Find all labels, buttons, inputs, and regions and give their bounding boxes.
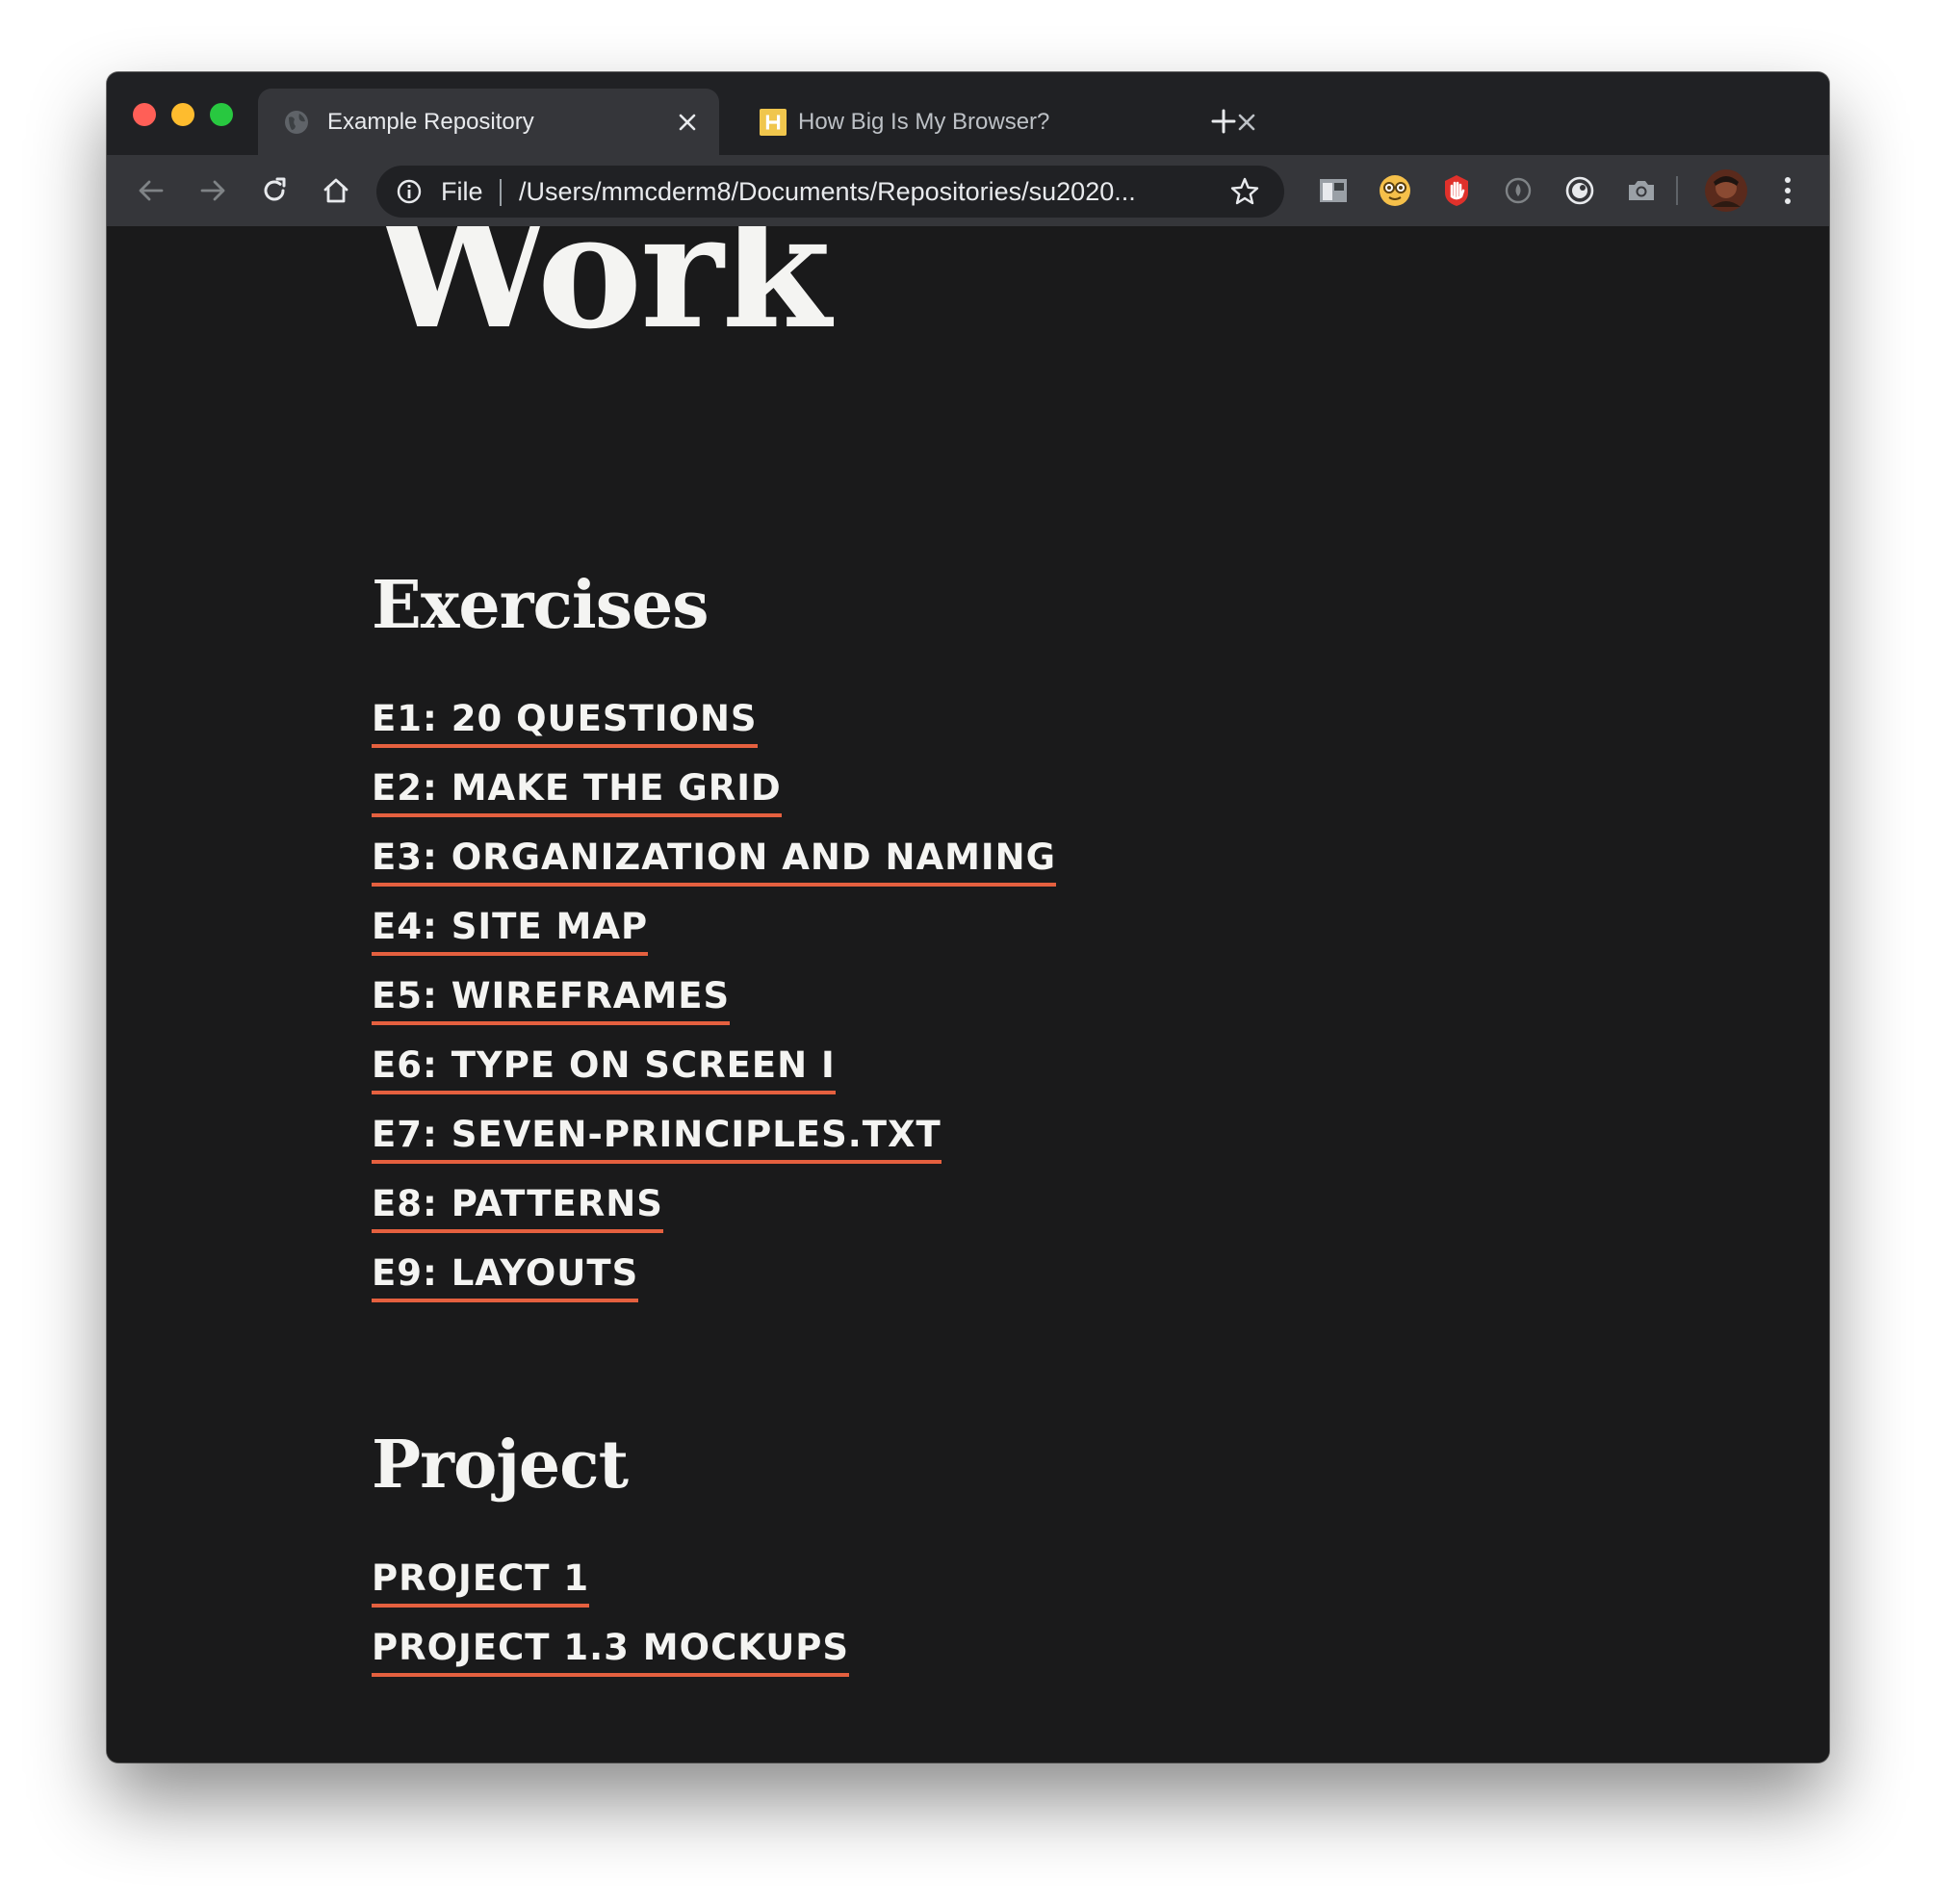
toolbar-divider: [1676, 176, 1678, 205]
browser-window: Example Repository How Big Is My Browser…: [107, 72, 1829, 1762]
address-bar[interactable]: File /Users/mmcderm8/Documents/Repositor…: [376, 166, 1284, 218]
list-item: E4: SITE MAP: [372, 904, 1056, 973]
tab-example-repository[interactable]: Example Repository: [258, 89, 719, 155]
exercise-link-e1[interactable]: E1: 20 QUESTIONS: [372, 696, 758, 748]
list-item: E1: 20 QUESTIONS: [372, 696, 1056, 765]
h-logo-icon: [760, 109, 787, 136]
exercise-link-e6[interactable]: E6: TYPE ON SCREEN I: [372, 1042, 836, 1094]
tab-manager-icon[interactable]: [1314, 171, 1353, 210]
list-item: E8: PATTERNS: [372, 1181, 1056, 1250]
list-item: PROJECT 1: [372, 1556, 849, 1625]
circle-icon[interactable]: [1561, 171, 1599, 210]
section-heading-exercises: Exercises: [372, 567, 710, 644]
reload-icon: [264, 177, 286, 201]
home-button[interactable]: [317, 171, 355, 210]
drop-icon[interactable]: [1499, 171, 1537, 210]
more-menu-icon[interactable]: [1768, 171, 1807, 210]
list-item: E5: WIREFRAMES: [372, 973, 1056, 1042]
tab-title: Example Repository: [327, 109, 534, 135]
project-link-list: PROJECT 1 PROJECT 1.3 MOCKUPS: [372, 1556, 850, 1694]
exercise-link-e4[interactable]: E4: SITE MAP: [372, 904, 649, 956]
nerd-face-icon[interactable]: [1376, 171, 1414, 210]
section-heading-project: Project: [372, 1427, 629, 1504]
forward-button[interactable]: [194, 171, 232, 210]
exercise-link-list: E1: 20 QUESTIONS E2: MAKE THE GRID E3: O…: [372, 696, 1056, 1320]
tab-how-big-is-my-browser[interactable]: How Big Is My Browser?: [735, 89, 1274, 155]
minimize-window-button[interactable]: [171, 103, 194, 126]
url-scheme-label: File: [441, 177, 483, 206]
zoom-window-button[interactable]: [210, 103, 233, 126]
list-item: E6: TYPE ON SCREEN I: [372, 1042, 1056, 1112]
exercise-link-e9[interactable]: E9: LAYOUTS: [372, 1250, 639, 1302]
list-item: E9: LAYOUTS: [372, 1250, 1056, 1320]
page-content: Work Exercises E1: 20 QUESTIONS E2: MAKE…: [107, 226, 1829, 1762]
browser-toolbar: File /Users/mmcderm8/Documents/Repositor…: [107, 155, 1829, 226]
avatar[interactable]: [1703, 167, 1749, 214]
list-item: PROJECT 1.3 MOCKUPS: [372, 1625, 850, 1694]
arrow-left-icon: [139, 180, 164, 201]
omnibox-divider: [500, 179, 502, 206]
list-item: E2: MAKE THE GRID: [372, 765, 1056, 835]
new-tab-button[interactable]: [1204, 102, 1243, 141]
camera-icon[interactable]: [1622, 171, 1661, 210]
project-link-1-3-mockups[interactable]: PROJECT 1.3 MOCKUPS: [372, 1625, 850, 1677]
home-icon: [323, 178, 348, 203]
tab-strip: Example Repository How Big Is My Browser…: [107, 72, 1829, 155]
exercise-link-e8[interactable]: E8: PATTERNS: [372, 1181, 663, 1233]
close-window-button[interactable]: [133, 103, 156, 126]
back-button[interactable]: [132, 171, 170, 210]
exercise-link-e3[interactable]: E3: ORGANIZATION AND NAMING: [372, 835, 1056, 887]
list-item: E3: ORGANIZATION AND NAMING: [372, 835, 1056, 904]
reload-button[interactable]: [255, 171, 294, 210]
ad-block-hand-icon[interactable]: [1437, 171, 1476, 210]
star-icon[interactable]: [1229, 176, 1260, 207]
globe-icon: [283, 109, 310, 136]
tab-title: How Big Is My Browser?: [798, 109, 1050, 135]
list-item: E7: SEVEN-PRINCIPLES.TXT: [372, 1112, 1056, 1181]
exercise-link-e2[interactable]: E2: MAKE THE GRID: [372, 765, 782, 817]
page-title: Work: [374, 226, 831, 364]
exercise-link-e7[interactable]: E7: SEVEN-PRINCIPLES.TXT: [372, 1112, 942, 1164]
info-icon[interactable]: [396, 178, 423, 205]
exercise-link-e5[interactable]: E5: WIREFRAMES: [372, 973, 731, 1025]
arrow-right-icon: [200, 180, 225, 201]
project-link-1[interactable]: PROJECT 1: [372, 1556, 590, 1608]
url-text[interactable]: /Users/mmcderm8/Documents/Repositories/s…: [519, 176, 1136, 207]
close-icon[interactable]: [673, 108, 702, 137]
